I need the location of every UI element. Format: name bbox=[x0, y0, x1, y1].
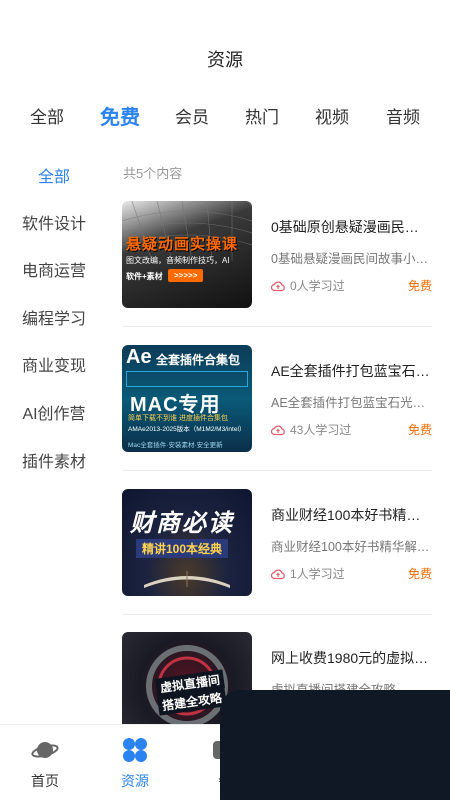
sidebar-item-business[interactable]: 商业变现 bbox=[0, 352, 108, 376]
cloud-upload-icon bbox=[271, 569, 285, 579]
sidebar-item-all[interactable]: 全部 bbox=[0, 163, 108, 187]
watermark-overlay bbox=[220, 690, 450, 800]
sidebar-item-plugins[interactable]: 插件素材 bbox=[0, 448, 108, 472]
plugin-grid bbox=[126, 371, 248, 387]
book-icon bbox=[144, 571, 230, 588]
learners-text: 0人学习过 bbox=[290, 279, 345, 293]
course-thumbnail: 悬疑动画实操课 图文改编，音频制作技巧，AI 软件+素材 >>>>> bbox=[122, 201, 252, 308]
divider bbox=[122, 326, 432, 327]
learners-count: 43人学习过 bbox=[271, 421, 351, 438]
learners-count: 1人学习过 bbox=[271, 565, 345, 582]
divider bbox=[122, 470, 432, 471]
price-badge: 免费 bbox=[407, 279, 432, 293]
course-thumbnail: 财商必读 精讲100本经典 bbox=[122, 489, 252, 596]
list-item[interactable]: 悬疑动画实操课 图文改编，音频制作技巧，AI 软件+素材 >>>>> 0基础原创… bbox=[122, 201, 432, 311]
sidebar-item-ecommerce[interactable]: 电商运营 bbox=[0, 257, 108, 281]
divider bbox=[122, 614, 432, 615]
course-title: AE全套插件打包蓝宝石… bbox=[271, 363, 430, 379]
page-title: 资源 bbox=[207, 50, 243, 70]
learners-text: 1人学习过 bbox=[290, 567, 345, 581]
course-desc: AE全套插件打包蓝宝石光… bbox=[271, 396, 426, 410]
top-tab-bar: 全部 免费 会员 热门 视频 音频 bbox=[0, 103, 450, 133]
price-badge: 免费 bbox=[407, 423, 432, 437]
content-count: 共5个内容 bbox=[123, 166, 183, 181]
course-thumbnail: Ae 全套插件合集包 MAC专用 简单下载不到谁 进度插件合集包 AMAe201… bbox=[122, 345, 252, 452]
learners-count: 0人学习过 bbox=[271, 277, 345, 294]
tab-audio[interactable]: 音频 bbox=[386, 103, 420, 128]
cloud-upload-icon bbox=[271, 281, 285, 291]
sidebar-item-programming[interactable]: 编程学习 bbox=[0, 305, 108, 329]
list-item[interactable]: 财商必读 精讲100本经典 商业财经100本好书精… 商业财经100本好书精华解… bbox=[122, 489, 432, 599]
tab-all[interactable]: 全部 bbox=[30, 103, 64, 128]
tab-video[interactable]: 视频 bbox=[315, 103, 349, 128]
grid-icon bbox=[123, 738, 147, 762]
course-desc: 商业财经100本好书精华解… bbox=[271, 540, 430, 554]
tab-hot[interactable]: 热门 bbox=[245, 103, 279, 128]
course-title: 商业财经100本好书精… bbox=[271, 507, 421, 523]
list-item[interactable]: Ae 全套插件合集包 MAC专用 简单下载不到谁 进度插件合集包 AMAe201… bbox=[122, 345, 432, 455]
tab-member[interactable]: 会员 bbox=[175, 103, 209, 128]
planet-icon bbox=[31, 742, 59, 758]
sidebar-item-software-design[interactable]: 软件设计 bbox=[0, 210, 108, 234]
sidebar-item-ai-creation[interactable]: AI创作营 bbox=[0, 400, 108, 424]
learners-text: 43人学习过 bbox=[290, 423, 352, 437]
tab-free[interactable]: 免费 bbox=[100, 101, 140, 130]
price-badge: 免费 bbox=[407, 567, 432, 581]
course-desc: 0基础悬疑漫画民间故事小… bbox=[271, 252, 428, 266]
nav-home[interactable]: 首页 bbox=[10, 735, 80, 791]
nav-resources[interactable]: 资源 bbox=[100, 735, 170, 791]
course-title: 网上收费1980元的虚拟… bbox=[271, 650, 429, 666]
cloud-upload-icon bbox=[271, 425, 285, 435]
course-title: 0基础原创悬疑漫画民间… bbox=[271, 219, 431, 235]
